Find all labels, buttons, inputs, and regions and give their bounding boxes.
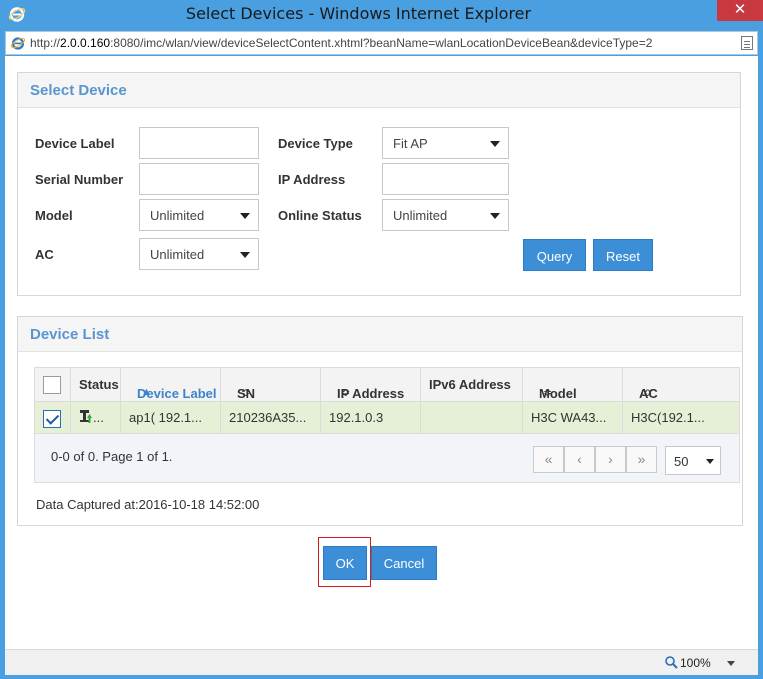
chevron-right-icon: › — [608, 451, 613, 467]
window-close-button[interactable]: ✕ — [717, 0, 763, 21]
double-chevron-left-icon: « — [544, 451, 553, 467]
device-table: Status Device Label ▲ SN ≎ IP Address ≎ IPv… — [34, 367, 740, 483]
ac-select[interactable]: Unlimited — [139, 238, 259, 270]
chevron-down-icon — [706, 459, 714, 464]
device-label-cell: ap1( 192.1... — [121, 402, 221, 434]
ip-address-label: IP Address — [278, 172, 346, 187]
column-ac[interactable]: AC ≎ — [623, 368, 739, 402]
device-type-select[interactable]: Fit AP — [382, 127, 509, 159]
ac-value: Unlimited — [150, 247, 205, 262]
device-list-title: Device List — [30, 326, 110, 343]
ok-button[interactable]: OK — [323, 546, 367, 580]
device-type-label: Device Type — [278, 136, 353, 151]
row-checkbox[interactable] — [43, 410, 61, 428]
chevron-down-icon[interactable] — [727, 661, 735, 666]
pagination-summary: 0-0 of 0. Page 1 of 1. — [51, 449, 173, 464]
close-icon: ✕ — [733, 1, 747, 18]
page-size-select[interactable]: 50 — [665, 446, 721, 475]
device-list-panel: Device List Status Device Label ▲ SN ≎ IP … — [17, 316, 743, 526]
column-ipv6-address[interactable]: IPv6 Address — [421, 368, 523, 402]
column-ip-address[interactable]: IP Address ≎ — [321, 368, 421, 402]
sort-icon: ≎ — [643, 387, 653, 399]
column-sn[interactable]: SN ≎ — [221, 368, 321, 402]
sn-cell: 210236A35... — [221, 402, 321, 434]
query-button[interactable]: Query — [523, 239, 586, 271]
data-captured-time: Data Captured at:2016-10-18 14:52:00 — [36, 497, 260, 512]
device-label-input[interactable] — [139, 127, 259, 159]
ipv6-address-cell — [421, 402, 523, 434]
magnifier-icon — [665, 656, 678, 669]
model-select[interactable]: Unlimited — [139, 199, 259, 231]
chevron-down-icon — [490, 141, 500, 147]
status-ellipsis: ... — [93, 410, 104, 425]
ac-cell: H3C(192.1... — [631, 410, 705, 425]
status-cell: ... — [71, 402, 121, 434]
column-model[interactable]: Model ≎ — [523, 368, 623, 402]
model-value: Unlimited — [150, 208, 205, 223]
column-status[interactable]: Status — [71, 368, 121, 402]
online-status-label: Online Status — [278, 208, 362, 223]
last-page-button[interactable]: » — [626, 446, 657, 473]
sort-icon: ▲ — [141, 386, 152, 398]
page-icon — [741, 36, 753, 50]
page-size-value: 50 — [674, 454, 689, 469]
serial-number-input[interactable] — [139, 163, 259, 195]
title-bar: Select Devices - Windows Internet Explor… — [0, 0, 763, 30]
ip-address-input[interactable] — [382, 163, 509, 195]
next-page-button[interactable]: › — [595, 446, 626, 473]
serial-number-label: Serial Number — [35, 172, 124, 187]
chevron-down-icon — [240, 213, 250, 219]
chevron-down-icon — [240, 252, 250, 258]
double-chevron-right-icon: » — [637, 451, 646, 467]
status-bar: 100% — [5, 649, 758, 675]
model-cell: H3C WA43... — [523, 402, 623, 434]
select-all-checkbox[interactable] — [43, 376, 61, 394]
address-url: http://2.0.0.160:8080/imc/wlan/view/devi… — [30, 36, 653, 50]
prev-page-button[interactable]: ‹ — [564, 446, 595, 473]
online-status-value: Unlimited — [393, 208, 448, 223]
sort-icon: ≎ — [543, 387, 553, 399]
ap-online-icon — [80, 410, 92, 423]
row-select-cell — [35, 402, 71, 434]
page-content: Select Device Device Label Device Type F… — [5, 56, 758, 649]
window-title: Select Devices - Windows Internet Explor… — [185, 4, 532, 23]
address-bar[interactable]: http://2.0.0.160:8080/imc/wlan/view/devi… — [5, 31, 758, 55]
reset-button[interactable]: Reset — [593, 239, 653, 271]
internet-explorer-icon — [10, 37, 26, 50]
sort-icon: ≎ — [341, 387, 351, 399]
table-header: Status Device Label ▲ SN ≎ IP Address ≎ IPv… — [35, 368, 739, 402]
select-device-panel: Select Device Device Label Device Type F… — [17, 72, 741, 296]
select-all-cell — [35, 368, 71, 402]
cancel-button[interactable]: Cancel — [371, 546, 437, 580]
first-page-button[interactable]: « — [533, 446, 564, 473]
select-device-panel-header: Select Device — [18, 73, 740, 108]
zoom-level[interactable]: 100% — [680, 656, 711, 670]
ac-label: AC — [35, 247, 54, 262]
table-row[interactable]: ... ap1( 192.1... 210236A35... 192.1.0.3… — [35, 402, 739, 434]
column-device-label[interactable]: Device Label ▲ — [121, 368, 221, 402]
device-list-panel-header: Device List — [18, 317, 742, 352]
chevron-down-icon — [490, 213, 500, 219]
sort-icon: ≎ — [241, 387, 251, 399]
chevron-left-icon: ‹ — [577, 451, 582, 467]
model-label: Model — [35, 208, 73, 223]
ip-address-cell: 192.1.0.3 — [321, 402, 421, 434]
pagination-bar: 0-0 of 0. Page 1 of 1. « ‹ › » 50 — [35, 434, 739, 482]
device-type-value: Fit AP — [393, 136, 428, 151]
online-status-select[interactable]: Unlimited — [382, 199, 509, 231]
select-device-title: Select Device — [30, 82, 127, 99]
device-label-label: Device Label — [35, 136, 115, 151]
